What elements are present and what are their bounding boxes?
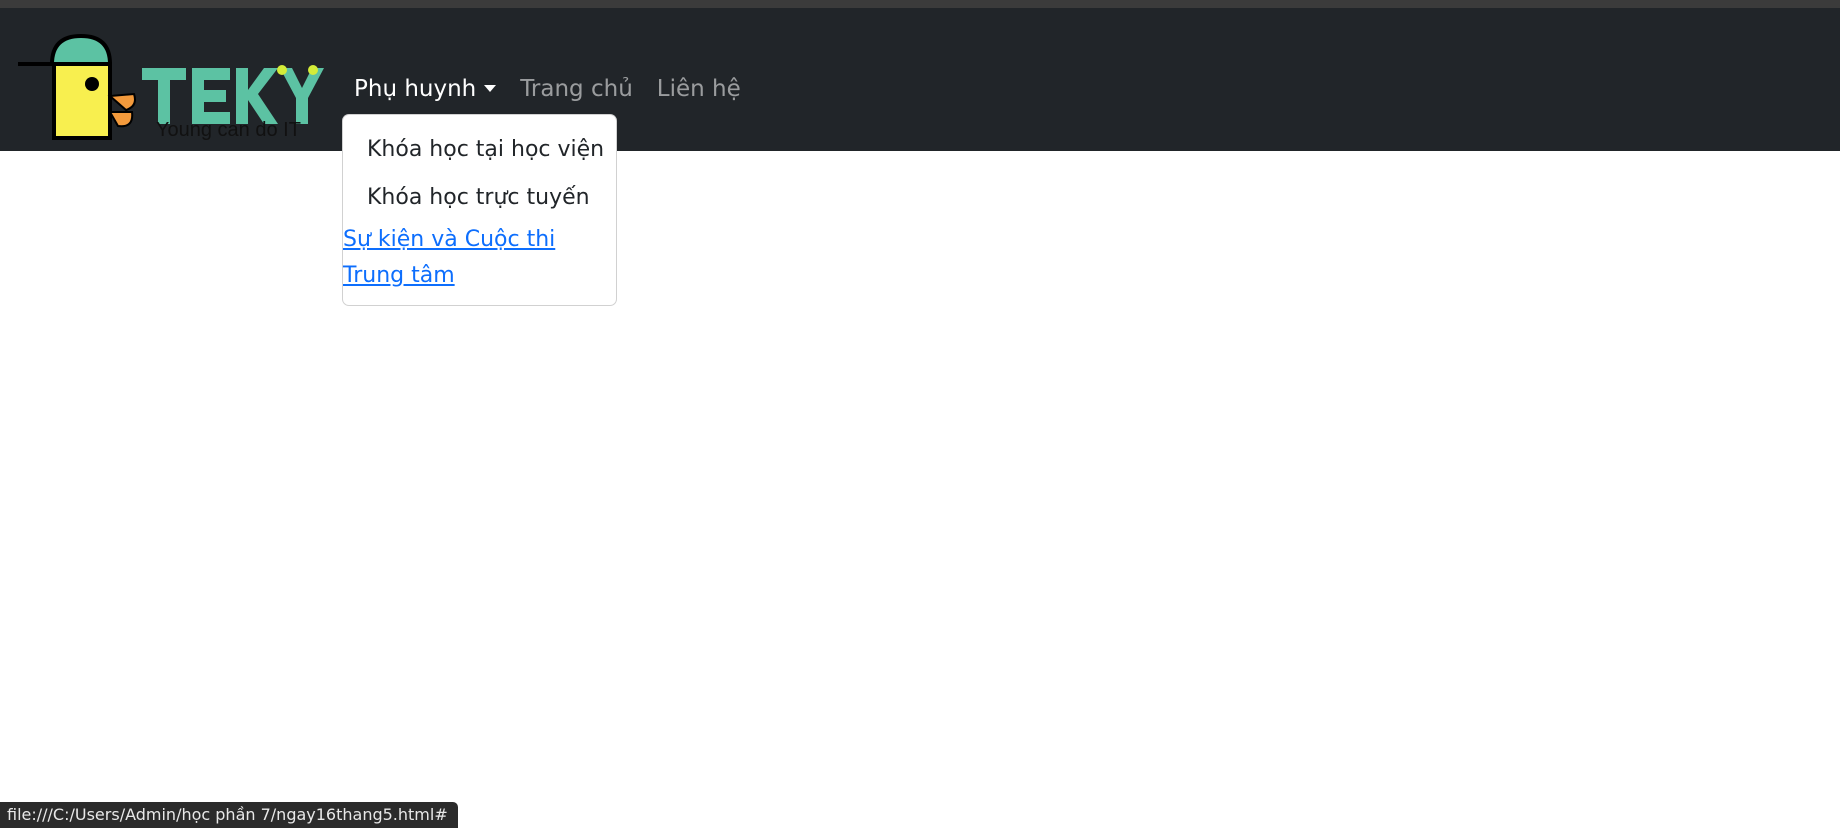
nav-item-lien-he[interactable]: Liên hệ: [645, 76, 753, 102]
phu-huynh-dropdown-menu: Khóa học tại học viện Khóa học trực tuyế…: [342, 114, 617, 306]
nav-item-trang-chu[interactable]: Trang chủ: [508, 76, 645, 102]
browser-top-strip: [0, 0, 1840, 8]
nav-item-phu-huynh[interactable]: Phụ huynh: [342, 76, 508, 102]
dropdown-link-su-kien-va-cuoc-thi[interactable]: Sự kiện và Cuộc thi: [343, 227, 555, 252]
dropdown-link-trung-tam[interactable]: Trung tâm: [343, 263, 455, 288]
browser-viewport: Young can do IT Phụ huynh Trang chủ Liên…: [0, 0, 1840, 828]
nav-item-phu-huynh-label: Phụ huynh: [354, 76, 477, 102]
caret-down-icon: [484, 85, 497, 92]
nav-links: Phụ huynh Trang chủ Liên hệ: [342, 64, 753, 114]
dropdown-item-khoa-hoc-tai-hoc-vien[interactable]: Khóa học tại học viện: [367, 137, 604, 162]
teky-logo[interactable]: Young can do IT: [14, 28, 326, 146]
dropdown-item-khoa-hoc-truc-tuyen[interactable]: Khóa học trực tuyến: [367, 185, 590, 210]
svg-text:Young can do IT: Young can do IT: [156, 119, 301, 141]
navbar: Young can do IT Phụ huynh Trang chủ Liên…: [0, 8, 1840, 151]
link-status-bar: file:///C:/Users/Admin/học phần 7/ngay16…: [0, 802, 458, 828]
